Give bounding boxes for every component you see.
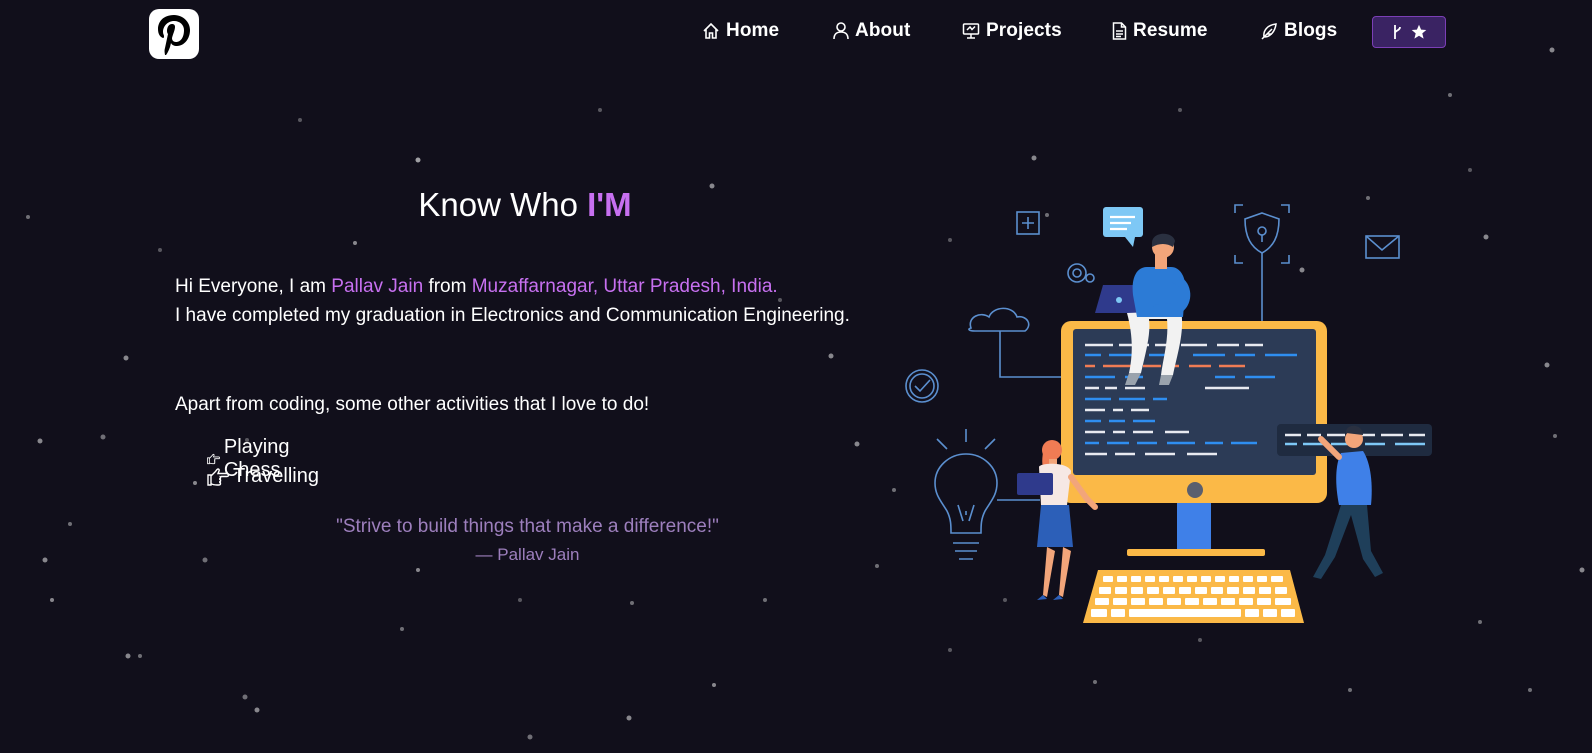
document-icon: [1112, 22, 1127, 40]
presentation-icon: [962, 23, 980, 39]
navbar: Home About Projects Resume Blogs: [0, 0, 1592, 64]
git-fork-icon: [1393, 25, 1401, 39]
nav-blogs[interactable]: Blogs: [1260, 18, 1337, 44]
author-location: Muzaffarnagar, Uttar Pradesh, India.: [471, 276, 778, 297]
heading-accent: I'M: [587, 186, 632, 223]
author-name: Pallav Jain: [331, 276, 424, 297]
nav-label: Resume: [1133, 20, 1208, 41]
intro-paragraph: Hi Everyone, I am Pallav Jain from Muzaf…: [175, 272, 877, 330]
feather-icon: [1261, 23, 1277, 40]
heading-prefix: Know Who: [418, 186, 588, 223]
nav-resume[interactable]: Resume: [1112, 18, 1208, 44]
quote-text: "Strive to build things that make a diff…: [336, 516, 719, 537]
about-heading: Know Who I'M: [350, 186, 700, 224]
activities-intro: Apart from coding, some other activities…: [175, 394, 650, 415]
pinterest-icon: [158, 15, 190, 55]
star-icon: [1411, 24, 1426, 39]
user-icon: [833, 22, 849, 40]
github-fork-button[interactable]: [1372, 16, 1446, 48]
site-logo[interactable]: [149, 9, 199, 59]
nav-label: Projects: [986, 20, 1062, 41]
intro-from: from: [423, 276, 472, 297]
nav-about[interactable]: About: [833, 18, 910, 44]
nav-projects[interactable]: Projects: [962, 18, 1062, 44]
intro-greeting: Hi Everyone, I am: [175, 276, 332, 297]
nav-home[interactable]: Home: [702, 18, 779, 44]
nav-label: Home: [726, 20, 780, 41]
developer-illustration: [905, 204, 1432, 623]
education-text: I have completed my graduation in Electr…: [175, 305, 850, 326]
nav-label: Blogs: [1284, 20, 1338, 41]
quote-author: — Pallav Jain: [475, 545, 580, 564]
activity-label: Travelling: [233, 465, 319, 487]
home-icon: [703, 22, 719, 39]
pointing-hand-icon: [207, 467, 229, 486]
nav-label: About: [855, 20, 911, 41]
activity-item: Travelling: [207, 465, 319, 488]
